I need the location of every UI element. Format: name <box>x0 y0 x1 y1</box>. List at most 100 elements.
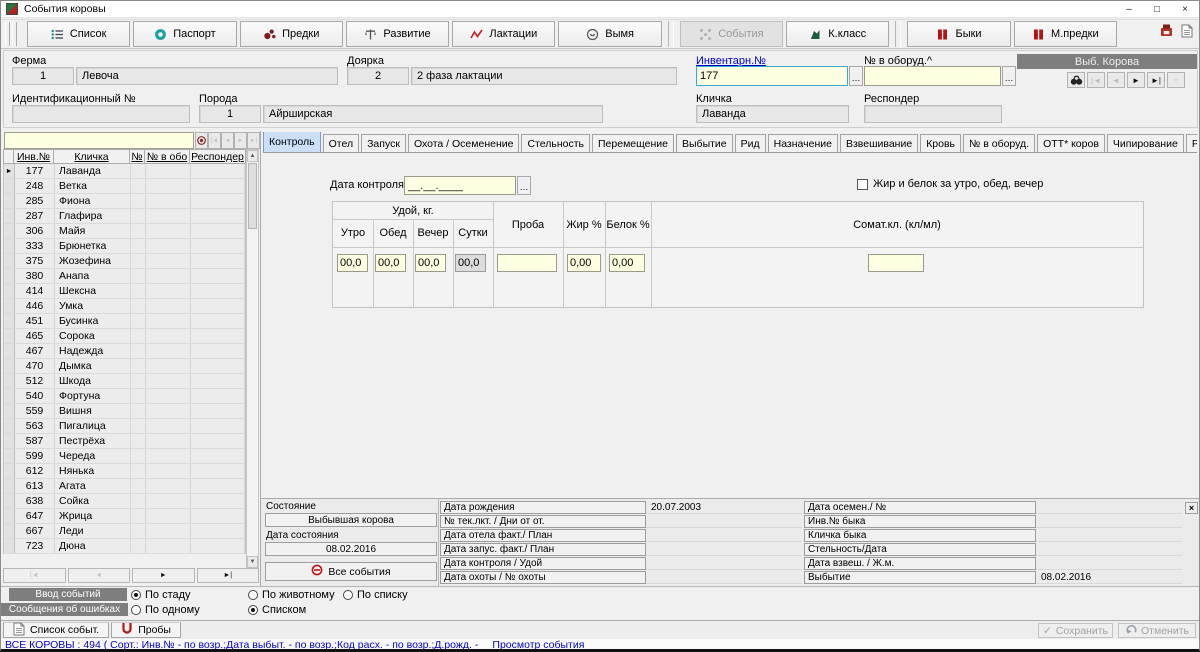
column-header[interactable]: № в обо <box>145 149 190 164</box>
column-header[interactable]: Респондер <box>190 149 246 164</box>
last-button[interactable]: ►| <box>197 568 260 583</box>
cow-row[interactable]: 559Вишня <box>4 404 245 419</box>
scroll-up-icon[interactable]: ▲ <box>247 150 258 162</box>
milk-sample-input[interactable] <box>497 254 557 272</box>
tab[interactable]: № в оборуд. <box>963 134 1035 152</box>
cow-row[interactable]: 723Дюна <box>4 539 245 554</box>
last-button[interactable]: ►| <box>1147 72 1165 88</box>
maximize-icon[interactable]: □ <box>1143 1 1171 17</box>
bottom-tab[interactable]: Пробы <box>111 622 181 638</box>
tab[interactable]: Регистрация <box>1186 134 1197 152</box>
toolbar-button[interactable]: Лактации <box>452 21 555 47</box>
cow-row[interactable]: 599Череда <box>4 449 245 464</box>
control-date-picker-button[interactable]: … <box>517 176 531 195</box>
next-button[interactable]: ► <box>1127 72 1145 88</box>
scroll-down-icon[interactable]: ▼ <box>247 556 258 568</box>
tab[interactable]: Запуск <box>361 134 406 152</box>
milk-somatic-input[interactable] <box>868 254 924 272</box>
status-action[interactable]: Просмотр события <box>492 639 584 650</box>
toolbar-button[interactable]: Вымя <box>558 21 661 47</box>
cow-list-scrollbar[interactable]: ▲ ▼ <box>246 149 259 569</box>
column-header[interactable]: № <box>130 149 145 164</box>
milk-morning-input[interactable] <box>337 254 368 272</box>
tab[interactable]: Перемещение <box>592 134 674 152</box>
inventory-no-picker-button[interactable]: … <box>849 66 863 86</box>
cow-row[interactable]: 467Надежда <box>4 344 245 359</box>
cow-row[interactable]: 667Леди <box>4 524 245 539</box>
radio-option[interactable]: По списку <box>343 589 408 601</box>
cow-row[interactable]: 612Нянька <box>4 464 245 479</box>
cow-row[interactable]: 613Агата <box>4 479 245 494</box>
cow-row[interactable]: 306Майя <box>4 224 245 239</box>
tab[interactable]: Рид <box>735 134 766 152</box>
radio-option[interactable]: По животному <box>248 589 343 601</box>
tab[interactable]: Чипирование <box>1107 134 1184 152</box>
equip-no-input[interactable] <box>864 66 1001 86</box>
scrollbar-thumb[interactable] <box>248 163 257 229</box>
bottom-tab-label: Пробы <box>138 624 171 636</box>
milk-protein-input[interactable] <box>609 254 645 272</box>
cow-row[interactable]: 647Жрица <box>4 509 245 524</box>
close-icon[interactable]: × <box>1171 1 1199 17</box>
toolbar-button[interactable]: Быки <box>907 21 1010 47</box>
tab[interactable]: Контроль <box>263 132 321 152</box>
column-header[interactable]: Инв.№ <box>14 149 54 164</box>
toolbar-button[interactable]: М.предки <box>1014 21 1117 47</box>
tab[interactable]: Кровь <box>920 134 961 152</box>
toolbar-button[interactable]: Развитие <box>346 21 449 47</box>
eye-button[interactable] <box>195 132 208 149</box>
control-date-input[interactable] <box>404 176 516 195</box>
cow-row[interactable]: 563Пигалица <box>4 419 245 434</box>
radio-option[interactable]: Списком <box>248 604 306 616</box>
cow-row[interactable]: 333Брюнетка <box>4 239 245 254</box>
tab[interactable]: Выбытие <box>676 134 733 152</box>
lactations-icon <box>470 28 483 41</box>
cow-row[interactable]: 248Ветка <box>4 179 245 194</box>
inventory-no-input[interactable] <box>696 66 848 86</box>
tab[interactable]: ОТТ* коров <box>1037 134 1105 152</box>
toolbar-grip[interactable] <box>12 22 17 46</box>
radio-option[interactable]: По одному <box>131 604 248 616</box>
milk-noon-input[interactable] <box>375 254 406 272</box>
all-events-button[interactable]: Все события <box>265 562 437 581</box>
report-button[interactable] <box>1157 23 1175 41</box>
cow-row[interactable]: ►177Лаванда <box>4 164 245 179</box>
tab[interactable]: Назначение <box>768 134 838 152</box>
details-close-icon[interactable]: × <box>1185 502 1198 514</box>
tab[interactable]: Отел <box>323 134 359 152</box>
toolbar-button[interactable]: Паспорт <box>133 21 236 47</box>
cow-row[interactable]: 451Бусинка <box>4 314 245 329</box>
cow-row[interactable]: 470Дымка <box>4 359 245 374</box>
milk-evening-input[interactable] <box>415 254 446 272</box>
cow-row[interactable]: 512Шкода <box>4 374 245 389</box>
toolbar-button[interactable]: Список <box>27 21 130 47</box>
find-button[interactable] <box>1067 72 1085 88</box>
tab[interactable]: Стельность <box>521 134 590 152</box>
cow-row[interactable]: 285Фиона <box>4 194 245 209</box>
cow-row[interactable]: 587Пестрёха <box>4 434 245 449</box>
toolbar-button[interactable]: Предки <box>240 21 343 47</box>
cow-row[interactable]: 287Глафира <box>4 209 245 224</box>
cow-row[interactable]: 380Анапа <box>4 269 245 284</box>
minimize-icon[interactable]: – <box>1115 1 1143 17</box>
milk-fat-input[interactable] <box>567 254 601 272</box>
column-header[interactable]: Кличка <box>54 149 130 164</box>
next-button[interactable]: ► <box>132 568 195 583</box>
equip-no-picker-button[interactable]: … <box>1002 66 1016 86</box>
tab[interactable]: Охота / Осеменение <box>408 134 520 152</box>
status-summary[interactable]: ВСЕ КОРОВЫ : 494 ( Сорт.: Инв.№ - по воз… <box>5 639 478 650</box>
cow-row[interactable]: 638Сойка <box>4 494 245 509</box>
cow-row[interactable]: 465Сорока <box>4 329 245 344</box>
cow-row[interactable]: 375Жозефина <box>4 254 245 269</box>
toolbar-button[interactable]: К.класс <box>786 21 889 47</box>
tab[interactable]: Взвешивание <box>840 134 918 152</box>
bottom-tab[interactable]: Список событ. <box>3 622 109 638</box>
fat-protein-checkbox[interactable]: Жир и белок за утро, обед, вечер <box>857 178 1043 190</box>
cow-search-input[interactable] <box>4 132 194 149</box>
cow-row[interactable]: 446Умка <box>4 299 245 314</box>
document-button[interactable] <box>1178 23 1196 41</box>
radio-option[interactable]: По стаду <box>131 589 248 601</box>
cow-row[interactable]: 414Шексна <box>4 284 245 299</box>
cow-row[interactable]: 540Фортуна <box>4 389 245 404</box>
toolbar-grip[interactable] <box>5 22 10 46</box>
